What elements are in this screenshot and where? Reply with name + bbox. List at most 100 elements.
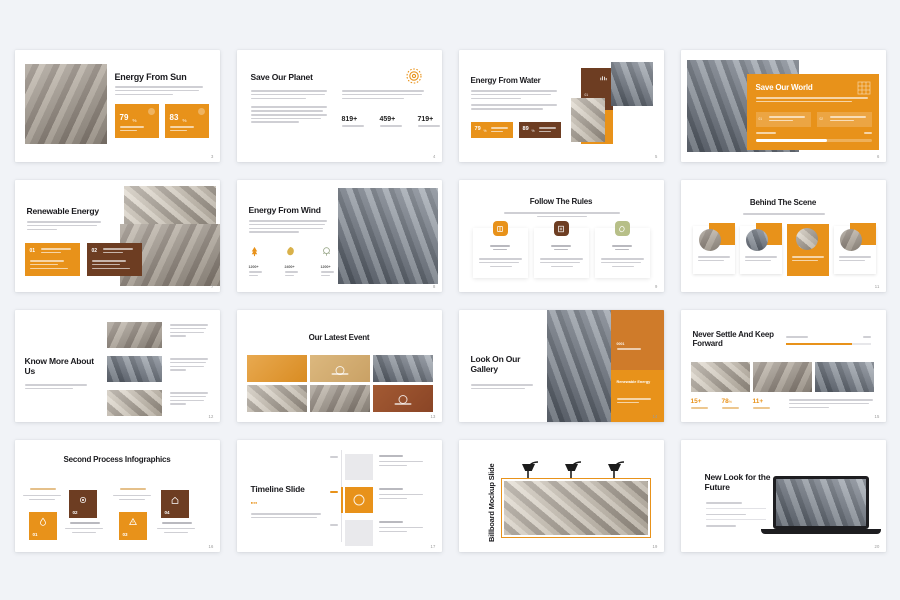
slide-19-number: 19 [652, 544, 658, 549]
slide-thumbnail-8[interactable]: Energy From Wind 1200+ 2400+ 1200+ 8 [236, 180, 442, 292]
slide-16-step-1[interactable]: 01 [28, 512, 57, 540]
slide-thumbnail-19[interactable]: Billboard Mockup Slide 19 [458, 440, 664, 552]
slide-12-photo-1 [106, 322, 162, 348]
gear-icon [79, 496, 86, 504]
slide-9-card-3[interactable] [594, 221, 650, 278]
slide-20-laptop-screen [775, 479, 866, 526]
slide-9-card-1[interactable] [472, 221, 528, 278]
slide-12-photo-2 [106, 356, 162, 382]
slide-16-step-2[interactable]: 02 [68, 490, 97, 518]
slide-5-stat-1-value: 79 [474, 126, 481, 132]
logo-icon [353, 494, 364, 506]
slide-11-person-2[interactable] [739, 223, 782, 274]
slide-thumbnail-12[interactable]: Know More About Us 12 [14, 310, 220, 422]
slide-13-tile-2[interactable] [309, 355, 370, 382]
slide-15-stat-3: 11+ [752, 398, 770, 411]
slide-thumbnail-5[interactable]: Energy From Water 79 % 89 % 01 02 5 [458, 50, 664, 162]
slide-16-step-3[interactable]: 03 [118, 512, 147, 540]
slide-thumbnail-20[interactable]: New Look for the Future 20 [680, 440, 886, 552]
slide-7-card-1: 01 [24, 243, 80, 276]
slide-13-tile-1[interactable] [246, 355, 307, 382]
slide-11-person-4[interactable] [833, 223, 876, 274]
avatar [795, 228, 818, 250]
slide-3-stat-card-1: 79 % [114, 104, 159, 138]
slide-thumbnail-6[interactable]: Save Our World 01 02 6 [680, 50, 886, 162]
slide-11-person-1[interactable] [692, 223, 735, 274]
slide-17-entry-3-text [378, 521, 425, 534]
slide-thumbnail-3[interactable]: Energy From Sun 79 % 83 % 3 [14, 50, 220, 162]
timeline-marker-active [340, 487, 343, 513]
list-item[interactable] [705, 525, 766, 527]
slide-15-progress [785, 336, 871, 346]
avatar [839, 229, 862, 251]
slide-13-tile-3[interactable] [372, 355, 433, 382]
slide-4-stat-1: 819+ [341, 116, 364, 129]
slide-thumbnail-13[interactable]: Our Latest Event 13 [236, 310, 442, 422]
slide-13-title: Our Latest Event [308, 333, 370, 342]
tree-icon [251, 246, 257, 257]
leaf-icon [286, 246, 294, 256]
slide-3-stat-2-value: 83 [169, 113, 179, 122]
water-icon [39, 517, 46, 526]
slide-13-tile-6[interactable] [372, 385, 433, 412]
slide-15-title: Never Settle And Keep Forward [692, 330, 775, 349]
slide-3-stat-1-unit: % [132, 118, 137, 123]
slide-9-title: Follow The Rules [529, 197, 593, 206]
leaf-icon [614, 221, 630, 236]
slide-thumbnail-7[interactable]: Renewable Energy 01 02 7 [14, 180, 220, 292]
slide-16-step-1-text [22, 488, 63, 502]
slide-5-stat-1: 79 % [470, 122, 513, 138]
grid-icon [857, 81, 870, 95]
slide-12-body [24, 384, 87, 392]
slide-9-card-2[interactable] [533, 221, 589, 278]
cloud-icon [322, 247, 330, 256]
slide-20-title: New Look for the Future [704, 472, 771, 493]
slide-13-tile-5[interactable] [309, 385, 370, 412]
slide-19-billboard-frame [500, 478, 651, 538]
slide-13-tile-4[interactable] [246, 385, 307, 412]
slide-thumbnail-4[interactable]: Save Our Planet 819+ 459+ 719+ 4 [236, 50, 442, 162]
slide-4-title: Save Our Planet [250, 72, 313, 82]
slide-5-stat-2-value: 89 [522, 126, 529, 132]
divider [705, 507, 766, 509]
note-icon [553, 221, 569, 236]
slide-16-step-2-text [64, 522, 105, 535]
slide-thumbnail-17[interactable]: Timeline Slide "" 17 [236, 440, 442, 552]
book-icon [492, 221, 508, 236]
slide-thumbnail-14[interactable]: 0001 Renewable Energy Look On Our Galler… [458, 310, 664, 422]
slide-3-number: 3 [210, 154, 214, 159]
avatar [745, 229, 768, 251]
slide-11-person-3[interactable] [786, 224, 829, 276]
slide-thumbnail-11[interactable]: Behind The Scene 11 [680, 180, 886, 292]
hand-icon [599, 76, 607, 81]
slide-16-step-4[interactable]: 04 [160, 490, 189, 518]
slide-17-body [250, 513, 323, 521]
slide-12-row-1-text [169, 324, 210, 339]
slide-17-number: 17 [430, 544, 436, 549]
slide-20-items [705, 502, 766, 529]
slide-7-body [26, 221, 103, 232]
slide-16-number: 16 [208, 544, 214, 549]
sun-icon [147, 108, 155, 115]
slide-7-card-1-num: 01 [29, 248, 36, 254]
slide-thumbnail-9[interactable]: Follow The Rules 9 [458, 180, 664, 292]
slide-3-stat-2-unit: % [182, 118, 187, 123]
slide-6-item-1: 01 [755, 112, 811, 127]
list-item[interactable] [705, 513, 766, 516]
slide-thumbnail-15[interactable]: Never Settle And Keep Forward 15+ 78 % 1… [680, 310, 886, 422]
slide-4-column-right [341, 90, 424, 101]
slide-5-tile-1-num: 01 [584, 93, 589, 97]
list-item[interactable] [705, 502, 766, 504]
slide-5-photo-2 [610, 62, 653, 106]
slide-thumbnail-16[interactable]: Second Process Infographics 01 02 03 04 … [14, 440, 220, 552]
slide-7-number: 7 [210, 284, 214, 289]
slide-6-progress [755, 132, 872, 142]
slide-5-title: Energy From Water [470, 76, 541, 85]
slide-4-stat-3: 719+ [417, 116, 440, 129]
slide-17-entry-1-text [378, 455, 425, 468]
divider [705, 519, 766, 521]
slide-15-stat-1: 15+ [690, 398, 708, 411]
slide-15-body [788, 399, 873, 410]
slide-8-title: Energy From Wind [248, 205, 321, 215]
slide-20-number: 20 [874, 544, 880, 549]
